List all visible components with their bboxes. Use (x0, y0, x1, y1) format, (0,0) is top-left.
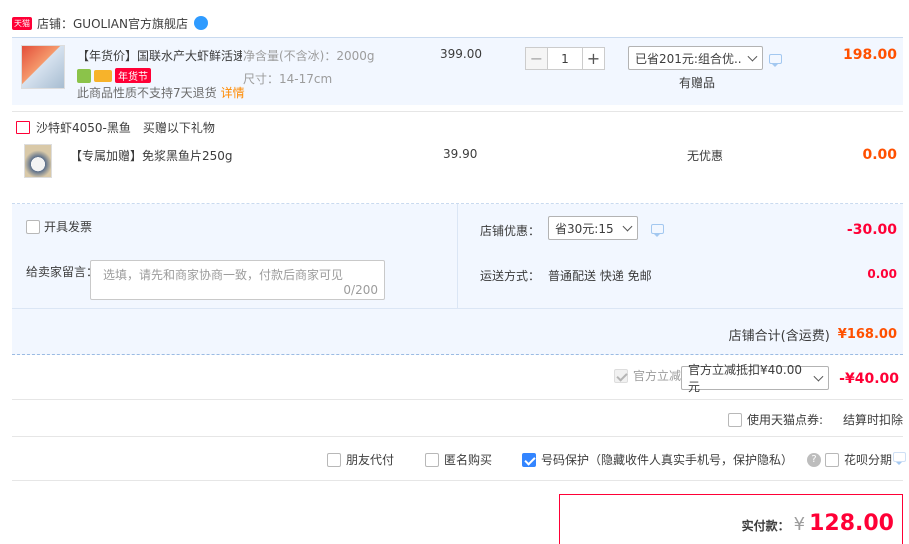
number-protect-checkbox[interactable] (522, 452, 536, 467)
gift-header-item: 沙特虾4050-黑鱼 (36, 121, 131, 135)
store-header: 天猫 店铺：GUOLIAN官方旗舰店 (12, 14, 208, 32)
gift-price: 39.90 (443, 147, 478, 161)
pay-amount: 128.00 (809, 511, 894, 536)
spec-weight: 净含量(不含冰)：2000g (243, 49, 375, 63)
official-discount-checkbox[interactable] (614, 368, 628, 383)
gift-header: 沙特虾4050-黑鱼 买赠以下礼物 (16, 119, 215, 136)
store-total-value: ¥168.00 (837, 327, 897, 342)
gift-title[interactable]: 【专属加赠】免浆黑鱼片250g (70, 147, 233, 164)
return-notice-link[interactable]: 详情 (221, 84, 245, 101)
divider (12, 308, 903, 309)
gift-subtotal: 0.00 (862, 147, 897, 163)
shipping-fee: 0.00 (867, 267, 897, 281)
gift-promo: 无优惠 (687, 149, 724, 163)
chevron-down-icon (813, 371, 824, 381)
store-name[interactable]: 店铺：GUOLIAN官方旗舰店 (37, 15, 188, 32)
product-tags: 年货节 (77, 68, 242, 83)
friend-pay-checkbox[interactable] (327, 452, 341, 467)
product-title[interactable]: 【年货价】国联水产大虾鲜活速... (77, 47, 242, 64)
tmall-points-option[interactable]: 使用天猫点券: (728, 411, 823, 428)
message-label: 给卖家留言： (26, 265, 99, 279)
tmall-points-value: 结算时扣除 (842, 413, 903, 427)
divider (12, 111, 903, 112)
pay-currency: ¥ (793, 514, 806, 535)
friend-pay-label: 朋友代付 (346, 453, 395, 467)
official-discount-value: -¥40.00 (839, 371, 899, 387)
number-protect-label: 号码保护（隐藏收件人真实手机号，保护隐私） (541, 453, 794, 467)
tmall-badge: 天猫 (12, 16, 32, 30)
quantity-input[interactable]: 1 (548, 47, 582, 70)
divider (12, 436, 903, 437)
tmall-points-label: 使用天猫点券: (747, 413, 824, 427)
product-subtotal: 198.00 (842, 47, 897, 63)
message-input[interactable]: 选填，请先和商家协商一致，付款后商家可见 0/200 (90, 260, 385, 300)
gift-thumbnail[interactable] (24, 144, 52, 178)
store-total: 店铺合计(含运费) ¥168.00 (729, 325, 897, 344)
unit-price: 399.00 (440, 47, 482, 61)
friend-pay-option[interactable]: 朋友代付 (327, 451, 394, 468)
festival-tag: 年货节 (115, 68, 151, 83)
huabei-checkbox[interactable] (825, 452, 839, 467)
increase-button[interactable]: + (582, 47, 605, 70)
store-total-label: 店铺合计(含运费) (728, 329, 830, 344)
shipping-label: 运送方式： (480, 269, 541, 283)
promo-comment-icon[interactable] (769, 54, 782, 67)
discount-comment-icon[interactable] (651, 224, 664, 237)
divider (12, 399, 903, 400)
tmall-points-checkbox[interactable] (728, 412, 742, 427)
message-counter: 0/200 (343, 283, 378, 297)
invoice-option[interactable]: 开具发票 (26, 218, 92, 235)
store-discount-label: 店铺优惠： (480, 224, 541, 238)
huabei-info-icon[interactable] (893, 452, 906, 465)
shipping-value: 普通配送 快递 免邮 (548, 269, 652, 283)
gift-icon (16, 121, 30, 134)
pay-total: 实付款： ¥ 128.00 (742, 511, 894, 536)
chevron-down-icon (747, 51, 758, 61)
promo-select[interactable]: 已省201元:组合优... (628, 46, 763, 70)
store-discount-select[interactable]: 省30元:15 (548, 216, 638, 240)
gift-note: 有赠品 (679, 76, 716, 90)
invoice-label: 开具发票 (44, 220, 93, 234)
gift-row: 【专属加赠】免浆黑鱼片250g 39.90 无优惠 0.00 (12, 140, 903, 198)
official-discount-label: 官方立减 (633, 369, 682, 383)
product-row: 【年货价】国联水产大虾鲜活速... 年货节 净含量(不含冰)：2000g 尺寸：… (12, 37, 903, 105)
spec-size: 尺寸：14-17cm (243, 72, 333, 86)
official-discount-select[interactable]: 官方立减抵扣¥40.00元 (681, 363, 829, 394)
official-discount: 官方立减 (614, 367, 681, 384)
divider (12, 480, 903, 481)
wangwang-icon[interactable] (193, 16, 208, 30)
quantity-stepper: − 1 + (525, 47, 605, 70)
return-notice: 此商品性质不支持7天退货 详情 (77, 84, 245, 101)
anonymous-label: 匿名购买 (444, 453, 493, 467)
help-icon[interactable]: ? (807, 452, 822, 467)
pay-summary-box: 实付款： ¥ 128.00 (559, 494, 903, 544)
options-panel: 开具发票 给卖家留言： 选填，请先和商家协商一致，付款后商家可见 0/200 店… (12, 204, 903, 355)
message-placeholder: 选填，请先和商家协商一致，付款后商家可见 (103, 268, 344, 282)
gift-header-note: 买赠以下礼物 (142, 121, 215, 135)
anonymous-checkbox[interactable] (425, 452, 439, 467)
decrease-button[interactable]: − (525, 47, 548, 70)
pay-label: 实付款： (741, 519, 790, 533)
card-icon (94, 69, 112, 82)
huabei-label: 花呗分期 (844, 453, 893, 467)
guarantee-icon (77, 68, 91, 83)
number-protect-option[interactable]: 号码保护（隐藏收件人真实手机号，保护隐私） ? (522, 451, 822, 468)
chevron-down-icon (622, 221, 633, 231)
huabei-option[interactable]: 花呗分期 (825, 451, 892, 468)
invoice-checkbox[interactable] (26, 219, 40, 234)
store-discount-value: -30.00 (846, 222, 897, 238)
divider (457, 204, 458, 308)
anonymous-option[interactable]: 匿名购买 (425, 451, 492, 468)
product-thumbnail[interactable] (21, 45, 65, 89)
